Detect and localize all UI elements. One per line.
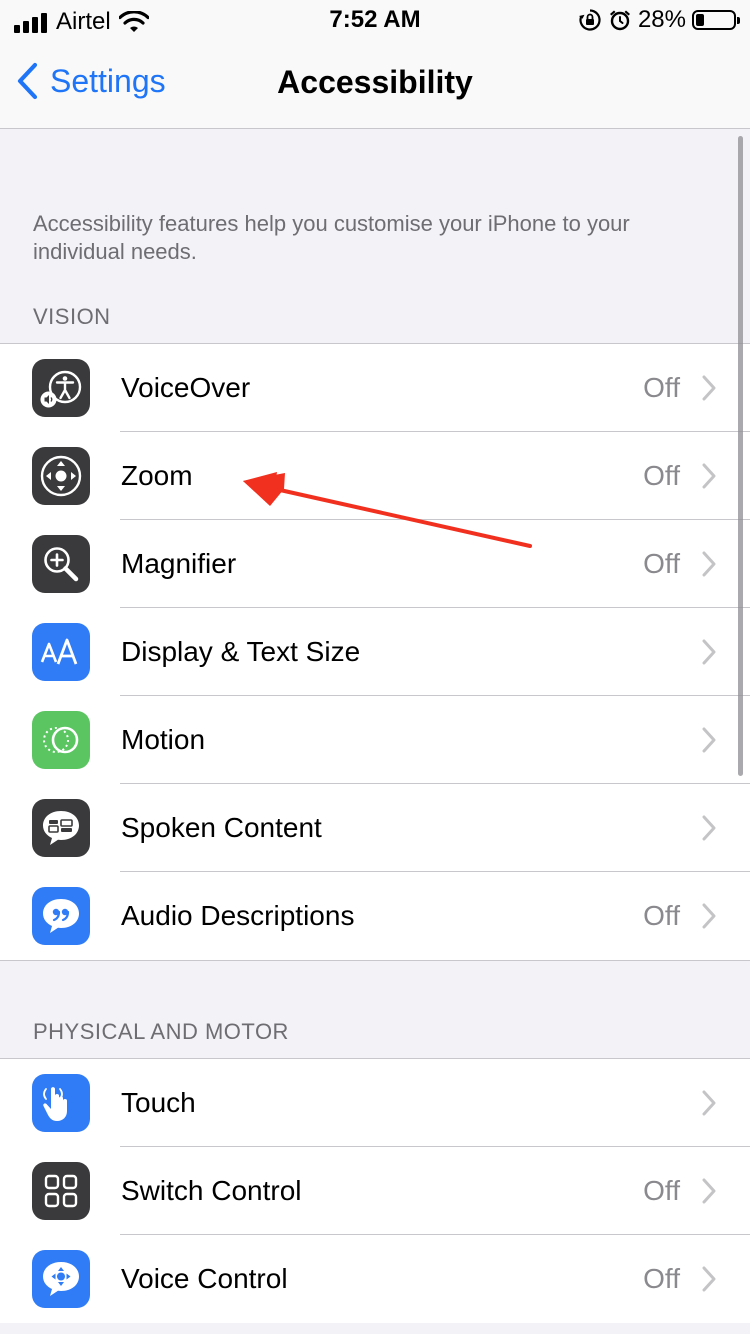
row-label: Audio Descriptions xyxy=(121,900,355,931)
row-value: Off xyxy=(643,372,680,403)
row-value: Off xyxy=(643,548,680,579)
row-value: Off xyxy=(643,900,680,931)
section-header-vision: VISION xyxy=(33,304,111,329)
voiceover-icon xyxy=(32,359,90,417)
navigation-bar: Settings Accessibility xyxy=(0,40,750,129)
vision-list: VoiceOver Off Zoom Off Magnifier Off Dis… xyxy=(0,343,750,961)
spoken-content-icon xyxy=(32,799,90,857)
row-audio-descriptions[interactable]: Audio Descriptions Off xyxy=(0,872,750,960)
intro-text: Accessibility features help you customis… xyxy=(33,211,630,264)
chevron-right-icon xyxy=(702,903,716,929)
row-magnifier[interactable]: Magnifier Off xyxy=(0,520,750,608)
row-touch[interactable]: Touch xyxy=(0,1059,750,1147)
row-value: Off xyxy=(643,1175,680,1206)
page-title: Accessibility xyxy=(277,64,473,100)
row-motion[interactable]: Motion xyxy=(0,696,750,784)
motion-icon xyxy=(32,711,90,769)
row-label: Spoken Content xyxy=(121,812,322,843)
row-voice-control[interactable]: Voice Control Off xyxy=(0,1235,750,1323)
row-switch-control[interactable]: Switch Control Off xyxy=(0,1147,750,1235)
row-spoken-content[interactable]: Spoken Content xyxy=(0,784,750,872)
chevron-right-icon xyxy=(702,1090,716,1116)
chevron-right-icon xyxy=(702,1178,716,1204)
chevron-right-icon xyxy=(702,463,716,489)
row-label: Switch Control xyxy=(121,1175,302,1206)
battery-icon xyxy=(692,10,740,30)
chevron-right-icon xyxy=(702,639,716,665)
zoom-icon xyxy=(32,447,90,505)
section-header-physical: PHYSICAL AND MOTOR xyxy=(33,1019,289,1044)
row-display-text-size[interactable]: Display & Text Size xyxy=(0,608,750,696)
rotation-lock-icon xyxy=(578,9,601,31)
physical-list: Touch Switch Control Off Voice Control O… xyxy=(0,1058,750,1323)
voice-control-icon xyxy=(32,1250,90,1308)
row-zoom[interactable]: Zoom Off xyxy=(0,432,750,520)
scrollbar[interactable] xyxy=(738,136,743,776)
row-value: Off xyxy=(643,460,680,491)
chevron-right-icon xyxy=(702,375,716,401)
chevron-right-icon xyxy=(702,727,716,753)
switch-control-icon xyxy=(32,1162,90,1220)
magnifier-icon xyxy=(32,535,90,593)
row-label: Display & Text Size xyxy=(121,636,361,667)
row-label: Voice Control xyxy=(121,1263,288,1294)
audio-descriptions-icon xyxy=(32,887,90,945)
chevron-right-icon xyxy=(702,551,716,577)
row-value: Off xyxy=(643,1263,680,1294)
status-right: 28% xyxy=(578,6,740,34)
alarm-icon xyxy=(609,10,630,31)
touch-icon xyxy=(32,1074,90,1132)
chevron-right-icon xyxy=(702,815,716,841)
row-label: Zoom xyxy=(121,460,193,491)
text-size-icon xyxy=(32,623,90,681)
status-bar: Airtel 7:52 AM 28% xyxy=(0,0,750,40)
row-label: VoiceOver xyxy=(121,372,251,403)
battery-percent: 28% xyxy=(637,6,686,33)
row-label: Motion xyxy=(121,724,206,755)
row-voiceover[interactable]: VoiceOver Off xyxy=(0,344,750,432)
chevron-right-icon xyxy=(702,1266,716,1292)
row-label: Magnifier xyxy=(121,548,237,579)
row-label: Touch xyxy=(121,1087,196,1118)
